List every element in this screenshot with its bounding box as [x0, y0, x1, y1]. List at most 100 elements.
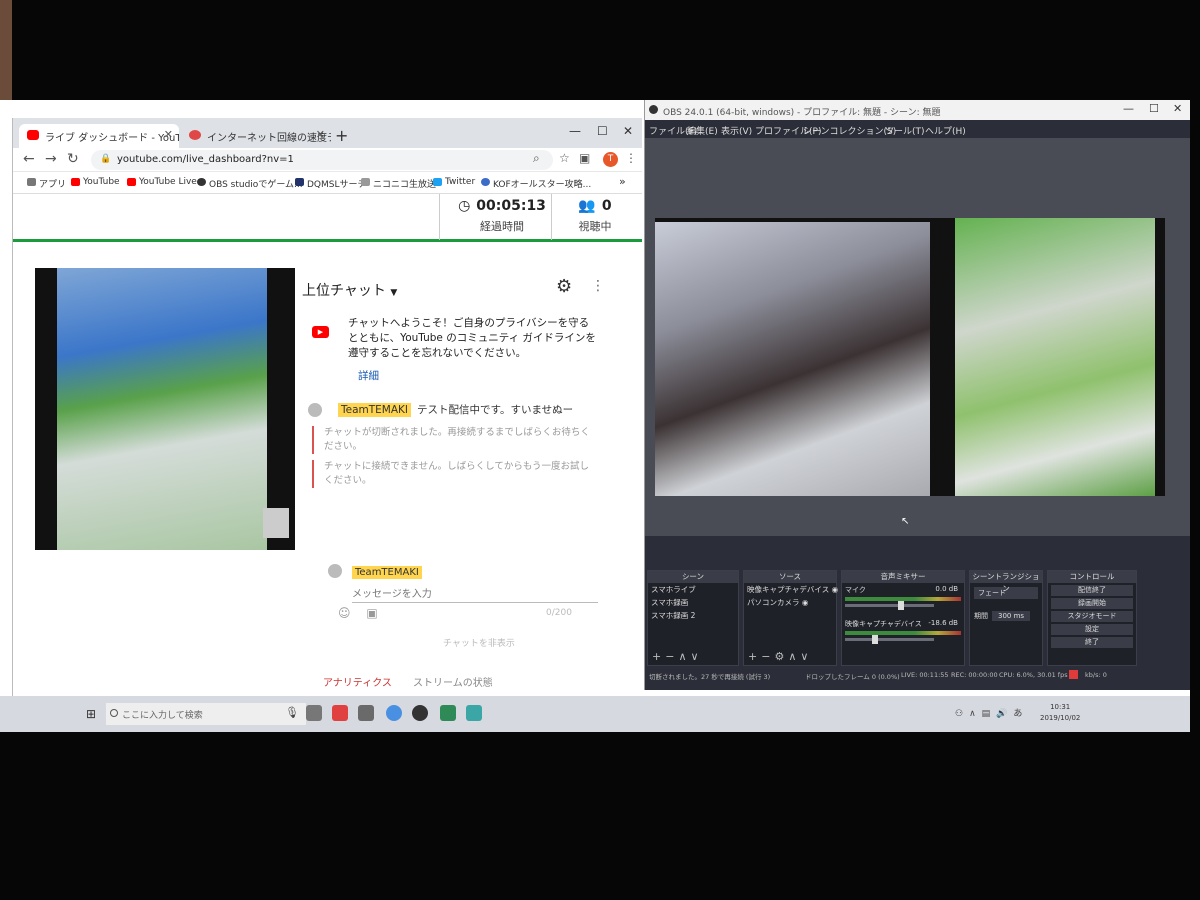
scene-item[interactable]: スマホライブ: [648, 583, 738, 596]
star-icon[interactable]: ☆: [559, 151, 570, 165]
add-icon[interactable]: +: [652, 650, 665, 663]
task-view-icon[interactable]: [306, 705, 322, 721]
superchat-icon[interactable]: ▣: [366, 606, 377, 620]
new-tab-button[interactable]: +: [335, 126, 348, 145]
menu-edit[interactable]: 編集(E): [687, 124, 718, 137]
chevron-up-icon[interactable]: ∧: [969, 709, 982, 719]
extension-icon[interactable]: ▣: [579, 151, 590, 165]
network-icon[interactable]: ▤: [982, 709, 997, 719]
bookmark-twitter[interactable]: Twitter: [433, 177, 475, 187]
add-icon[interactable]: +: [748, 650, 761, 663]
reload-icon[interactable]: ↻: [67, 151, 79, 167]
bookmark-youtube-live[interactable]: YouTube Live: [127, 177, 197, 187]
fader-knob[interactable]: [871, 635, 878, 644]
bookmark-obs[interactable]: OBS studioでゲーム...: [197, 177, 303, 190]
maximize-icon[interactable]: ☐: [597, 124, 608, 138]
obs-icon[interactable]: [412, 705, 428, 721]
tab-stream-health[interactable]: ストリームの状態: [413, 674, 493, 697]
channel-db: 0.0 dB: [935, 585, 958, 593]
tab-title: インターネット回線の速度テスト | Fast: [207, 133, 331, 144]
stream-video-preview[interactable]: [35, 268, 295, 550]
profile-avatar[interactable]: T: [603, 152, 618, 167]
chat-mode-dropdown[interactable]: 上位チャット ▼: [302, 280, 397, 300]
minimize-icon[interactable]: —: [1123, 102, 1134, 115]
up-icon[interactable]: ∧: [788, 650, 800, 663]
menu-tools[interactable]: ツール(T): [885, 124, 925, 137]
zoom-icon[interactable]: ⌕: [533, 151, 540, 166]
clock-time: 10:31: [1050, 703, 1071, 711]
settings-button[interactable]: 設定: [1051, 624, 1133, 635]
camera-overlay: [263, 508, 289, 538]
channel-db: -18.6 dB: [928, 619, 958, 627]
menu-kebab-icon[interactable]: ⋮: [625, 151, 637, 165]
bookmark-youtube[interactable]: YouTube: [71, 177, 120, 187]
app-icon[interactable]: [332, 705, 348, 721]
remove-icon[interactable]: −: [761, 650, 774, 663]
down-icon[interactable]: ∨: [691, 650, 703, 663]
more-vert-icon[interactable]: ⋮: [591, 278, 605, 294]
tab-speed-test[interactable]: インターネット回線の速度テスト | Fast ✕: [181, 124, 331, 148]
bookmark-kof[interactable]: KOFオールスター攻略...: [481, 177, 591, 190]
volume-icon[interactable]: 🔊: [996, 709, 1013, 719]
viewers-stat: 👥 0 視聴中: [565, 198, 625, 234]
duration-input[interactable]: 300 ms: [992, 611, 1031, 621]
close-icon[interactable]: ✕: [316, 128, 325, 141]
stop-streaming-button[interactable]: 配信終了: [1051, 585, 1133, 596]
close-window-icon[interactable]: ✕: [623, 124, 633, 138]
close-icon[interactable]: ✕: [164, 128, 173, 141]
caret-down-icon: ▼: [390, 288, 398, 298]
start-recording-button[interactable]: 録画開始: [1051, 598, 1133, 609]
app-icon[interactable]: [466, 705, 482, 721]
menu-scene-collection[interactable]: シーンコレクション(S): [803, 124, 896, 137]
exit-button[interactable]: 終了: [1051, 637, 1133, 648]
ime-icon[interactable]: あ: [1013, 709, 1028, 719]
menu-help[interactable]: ヘルプ(H): [925, 124, 966, 137]
bookmarks-overflow-icon[interactable]: »: [619, 175, 626, 188]
scene-item[interactable]: スマホ録画: [648, 596, 738, 609]
person-icon[interactable]: ⚇: [955, 709, 969, 719]
eye-icon[interactable]: ◉: [832, 585, 839, 594]
bookmark-apps[interactable]: アプリ: [27, 177, 66, 190]
source-item[interactable]: 映像キャプチャデバイス ◉: [744, 583, 839, 596]
down-icon[interactable]: ∨: [800, 650, 812, 663]
obs-docks: シーン スマホライブ スマホ録画 スマホ録画 2 +−∧∨ ソース 映像キャプチ…: [645, 536, 1190, 668]
hide-chat-button[interactable]: チャットを非表示: [443, 636, 515, 649]
audio-mixer-dock: 音声ミキサー マイク 0.0 dB 映像キャプチャデバイス -18.6 dB: [841, 570, 965, 666]
chat-author[interactable]: TeamTEMAKI: [338, 403, 412, 417]
forward-icon[interactable]: →: [45, 151, 57, 167]
bookmark-niconico[interactable]: ニコニコ生放送: [361, 177, 436, 190]
divider: [551, 194, 552, 240]
bookmark-dqmsl[interactable]: DQMSLサーチ: [295, 177, 367, 190]
obs-preview-area[interactable]: ↖: [645, 138, 1190, 536]
settings-icon[interactable]: ⚙: [774, 650, 788, 663]
bookmark-label: YouTube: [83, 177, 120, 187]
studio-mode-button[interactable]: スタジオモード: [1051, 611, 1133, 622]
windows-start-icon[interactable]: ⊞: [86, 707, 96, 721]
file-explorer-icon[interactable]: [358, 705, 374, 721]
app-icon[interactable]: [440, 705, 456, 721]
close-window-icon[interactable]: ✕: [1173, 102, 1182, 115]
volume-fader[interactable]: [845, 635, 934, 644]
minimize-icon[interactable]: —: [569, 124, 581, 138]
source-label: 映像キャプチャデバイス: [747, 585, 830, 594]
address-bar[interactable]: 🔒 youtube.com/live_dashboard?nv=1: [91, 150, 553, 170]
maximize-icon[interactable]: ☐: [1149, 102, 1159, 115]
chat-input[interactable]: [352, 587, 598, 603]
scene-item[interactable]: スマホ録画 2: [648, 609, 738, 622]
chrome-icon[interactable]: [386, 705, 402, 721]
microphone-icon[interactable]: 🎙: [285, 706, 299, 719]
taskbar-search[interactable]: ここに入力して検索: [106, 703, 306, 725]
gear-icon[interactable]: ⚙: [556, 276, 572, 297]
details-link[interactable]: 詳細: [358, 369, 598, 384]
remove-icon[interactable]: −: [665, 650, 678, 663]
tab-live-dashboard[interactable]: ライブ ダッシュボード - YouTube ✕: [19, 124, 179, 148]
back-icon[interactable]: ←: [23, 151, 35, 167]
speedometer-icon: [189, 130, 201, 140]
up-icon[interactable]: ∧: [678, 650, 690, 663]
eye-icon[interactable]: ◉: [802, 598, 809, 607]
taskbar-clock[interactable]: 10:31 2019/10/02: [1040, 702, 1080, 724]
menu-view[interactable]: 表示(V): [721, 124, 752, 137]
chat-composer: TeamTEMAKI: [328, 560, 598, 603]
emoji-icon[interactable]: ☺: [338, 606, 351, 620]
source-item[interactable]: パソコンカメラ ◉: [744, 596, 836, 609]
